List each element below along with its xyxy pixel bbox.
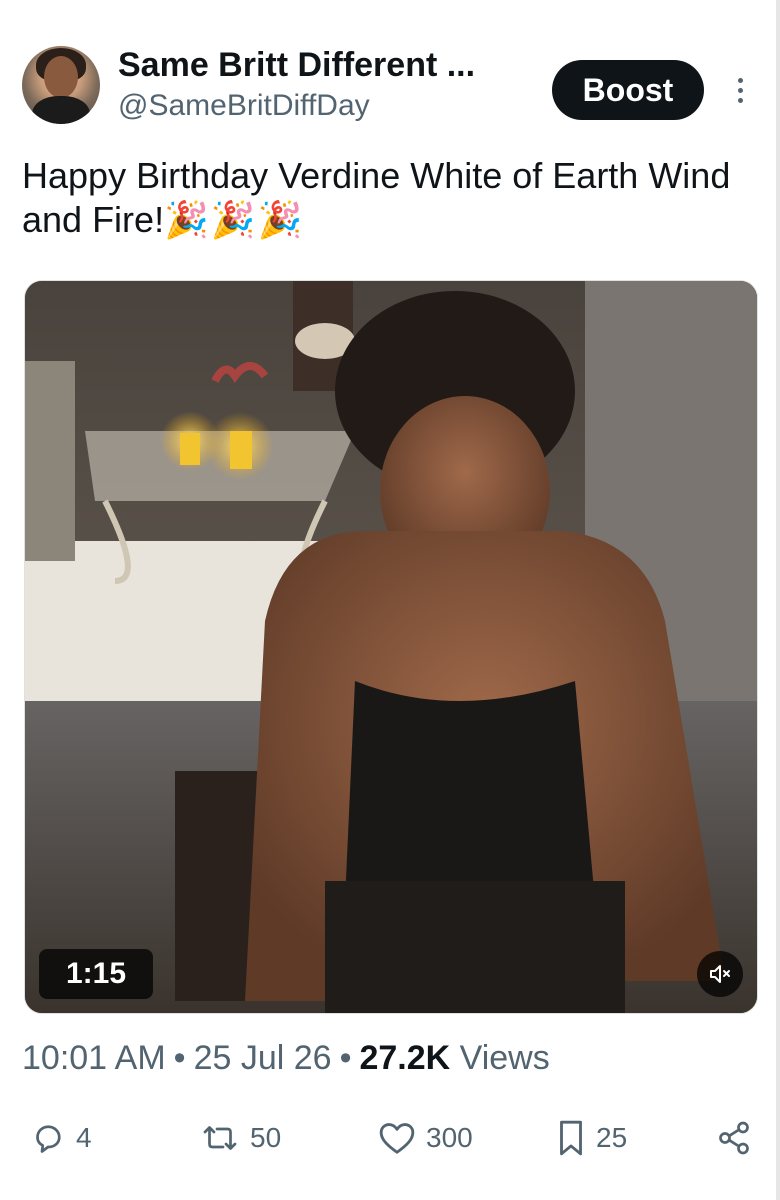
bookmark-count: 25: [596, 1122, 628, 1153]
tweet-meta: 10:01 AM • 25 Jul 26 • 27.2K Views: [22, 1036, 550, 1080]
tweet-date: 25 Jul 26: [193, 1039, 332, 1077]
avatar[interactable]: [22, 46, 100, 124]
like-count: 300: [426, 1122, 473, 1153]
boost-button[interactable]: Boost: [552, 60, 704, 120]
mute-icon-glyph: [710, 965, 730, 983]
views-count: 27.2K: [359, 1039, 451, 1077]
reply-icon: [36, 1125, 61, 1153]
meta-separator: •: [173, 1039, 186, 1077]
reply-button[interactable]: 4: [30, 1116, 92, 1160]
meta-separator: •: [339, 1039, 352, 1077]
video-frame: [25, 281, 757, 1013]
more-vertical-icon[interactable]: [726, 72, 754, 108]
bookmark-icon: [560, 1120, 582, 1156]
more-dot: [737, 97, 743, 103]
heart-icon: [379, 1123, 415, 1154]
more-dot: [737, 87, 743, 93]
tweet-header: Same Britt Different ... @SameBritDiffDa…: [22, 46, 762, 136]
share-icon: [719, 1121, 749, 1155]
views-label: Views: [459, 1039, 550, 1077]
bookmark-button[interactable]: 25: [556, 1116, 627, 1160]
tweet-text: Happy Birthday Verdine White of Earth Wi…: [22, 154, 762, 243]
author-handle[interactable]: @SameBritDiffDay: [118, 86, 475, 126]
tweet-time: 10:01 AM: [22, 1039, 166, 1077]
share-button[interactable]: [716, 1116, 752, 1160]
mute-icon[interactable]: [697, 951, 743, 997]
like-button[interactable]: 300: [378, 1116, 473, 1160]
page-edge: [776, 0, 780, 1200]
more-dot: [737, 77, 743, 83]
avatar-body: [32, 96, 90, 124]
avatar-face: [44, 56, 78, 98]
video-duration: 1:15: [39, 949, 153, 999]
video-player[interactable]: 1:15: [24, 280, 758, 1014]
repost-icon: [203, 1126, 237, 1150]
repost-button[interactable]: 50: [200, 1116, 281, 1160]
author-names: Same Britt Different ... @SameBritDiffDa…: [118, 46, 475, 126]
reply-count: 4: [76, 1122, 92, 1153]
tweet-text-body: Happy Birthday Verdine White of Earth Wi…: [22, 155, 731, 240]
repost-count: 50: [250, 1122, 282, 1153]
author-display-name[interactable]: Same Britt Different ...: [118, 46, 475, 84]
tweet-actions: 4 50 300 25: [0, 1116, 780, 1160]
party-popper-emojis: 🎉🎉🎉: [164, 200, 305, 241]
